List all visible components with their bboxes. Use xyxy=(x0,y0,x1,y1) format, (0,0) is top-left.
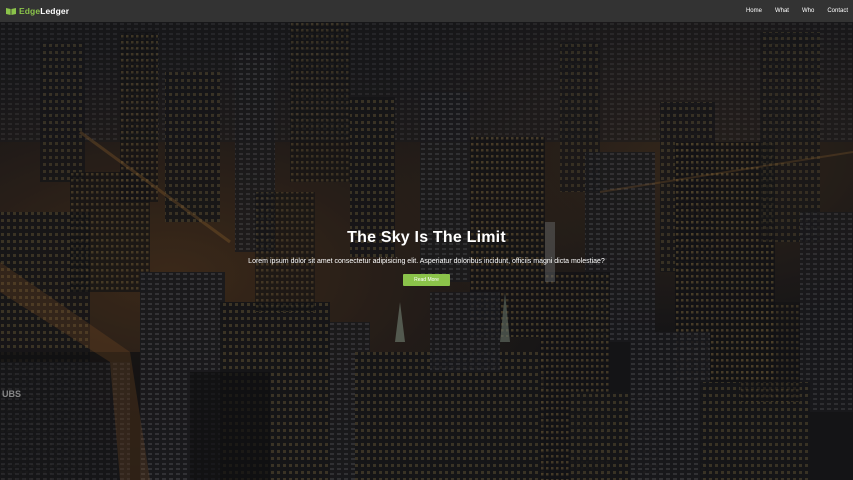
navbar: EdgeLedger Home What Who Contact xyxy=(0,0,853,22)
hero-text: Lorem ipsum dolor sit amet consectetur a… xyxy=(248,258,605,265)
nav-link-who[interactable]: Who xyxy=(802,8,814,14)
brand-name-ledger: Ledger xyxy=(40,6,70,16)
read-more-button[interactable]: Read More xyxy=(403,274,450,286)
nav-link-home[interactable]: Home xyxy=(746,8,762,14)
nav-links: Home What Who Contact xyxy=(733,8,848,14)
hero-title: The Sky Is The Limit xyxy=(347,229,506,246)
nav-link-what[interactable]: What xyxy=(775,8,789,14)
hero-content: The Sky Is The Limit Lorem ipsum dolor s… xyxy=(0,229,853,286)
book-icon xyxy=(6,8,16,15)
brand-name-edge: Edge xyxy=(19,6,41,16)
hero-section: UBS The Sky Is The Limit Lorem ipsum dol… xyxy=(0,22,853,480)
brand-name: EdgeLedger xyxy=(19,6,69,16)
nav-link-contact[interactable]: Contact xyxy=(827,8,848,14)
brand-logo[interactable]: EdgeLedger xyxy=(6,6,69,16)
